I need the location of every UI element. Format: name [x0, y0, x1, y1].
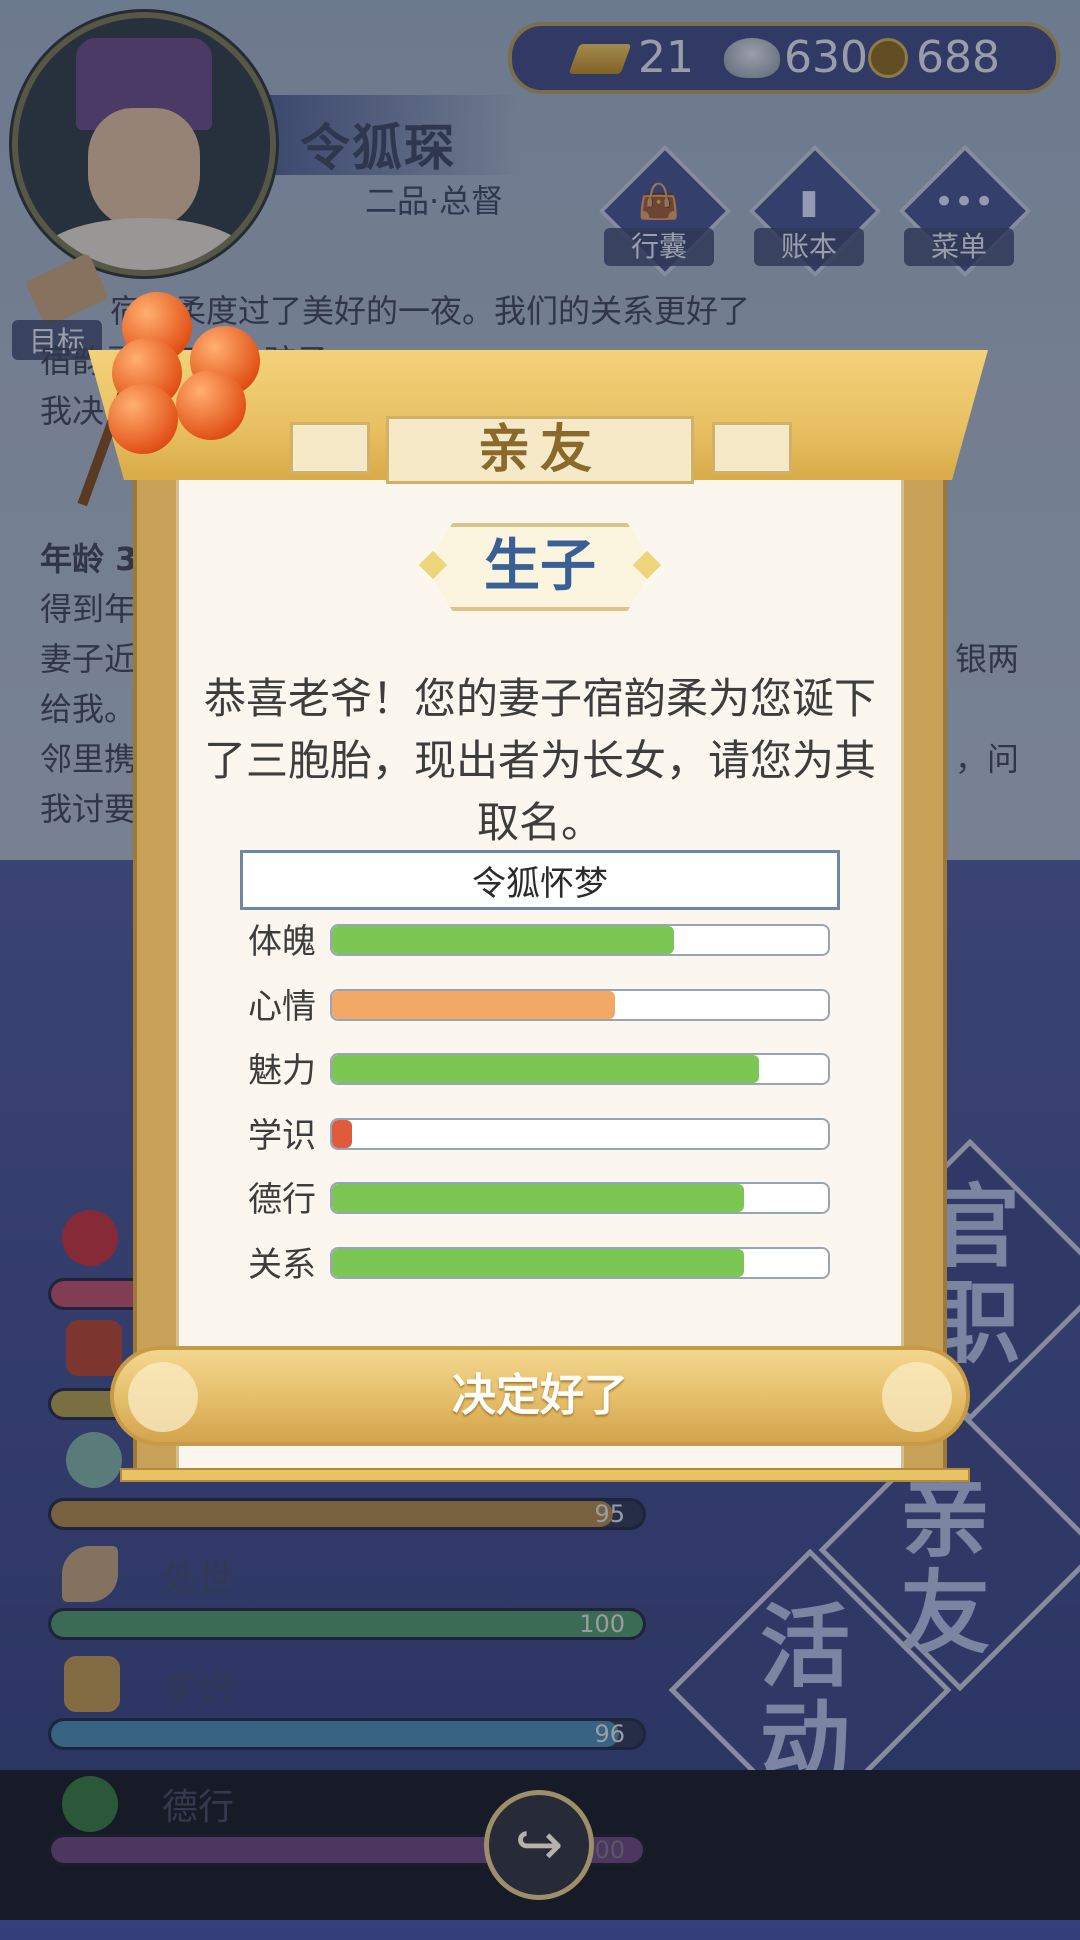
modal-section-title: 亲友 [477, 420, 602, 480]
stat-bar-fill [332, 1055, 759, 1083]
stat-label: 心情 [248, 987, 316, 1027]
modal-bottom-rod [120, 1468, 970, 1482]
confirm-label: 决定好了 [452, 1370, 628, 1421]
stat-label: 关系 [248, 1245, 316, 1285]
stat-label: 德行 [248, 1180, 316, 1220]
stat-bar [330, 924, 830, 956]
stat-bar-fill [332, 1184, 744, 1212]
stat-bar [330, 1118, 830, 1150]
stat-bar [330, 1247, 830, 1279]
stat-bar-fill [332, 1120, 352, 1148]
event-title: 生子 [484, 534, 596, 599]
stat-bar [330, 989, 830, 1021]
confirm-button[interactable]: 决定好了 [110, 1346, 970, 1446]
fruit-icon [176, 370, 246, 440]
stat-bar [330, 1053, 830, 1085]
event-message: 恭喜老爷！您的妻子宿韵柔为您诞下了三胞胎，现出者为长女，请您为其取名。 [203, 674, 876, 847]
header-side-panel [290, 422, 370, 474]
stat-label: 魅力 [248, 1051, 316, 1091]
stat-bar-fill [332, 991, 615, 1019]
stat-bar-fill [332, 926, 675, 954]
child-name-input[interactable] [240, 850, 840, 910]
header-side-panel [712, 422, 792, 474]
stat-bar-fill [332, 1249, 744, 1277]
modal-body [176, 470, 904, 1470]
stat-bar [330, 1182, 830, 1214]
fruit-icon [108, 384, 178, 454]
stat-label: 学识 [248, 1116, 316, 1156]
stat-label: 体魄 [248, 922, 316, 962]
